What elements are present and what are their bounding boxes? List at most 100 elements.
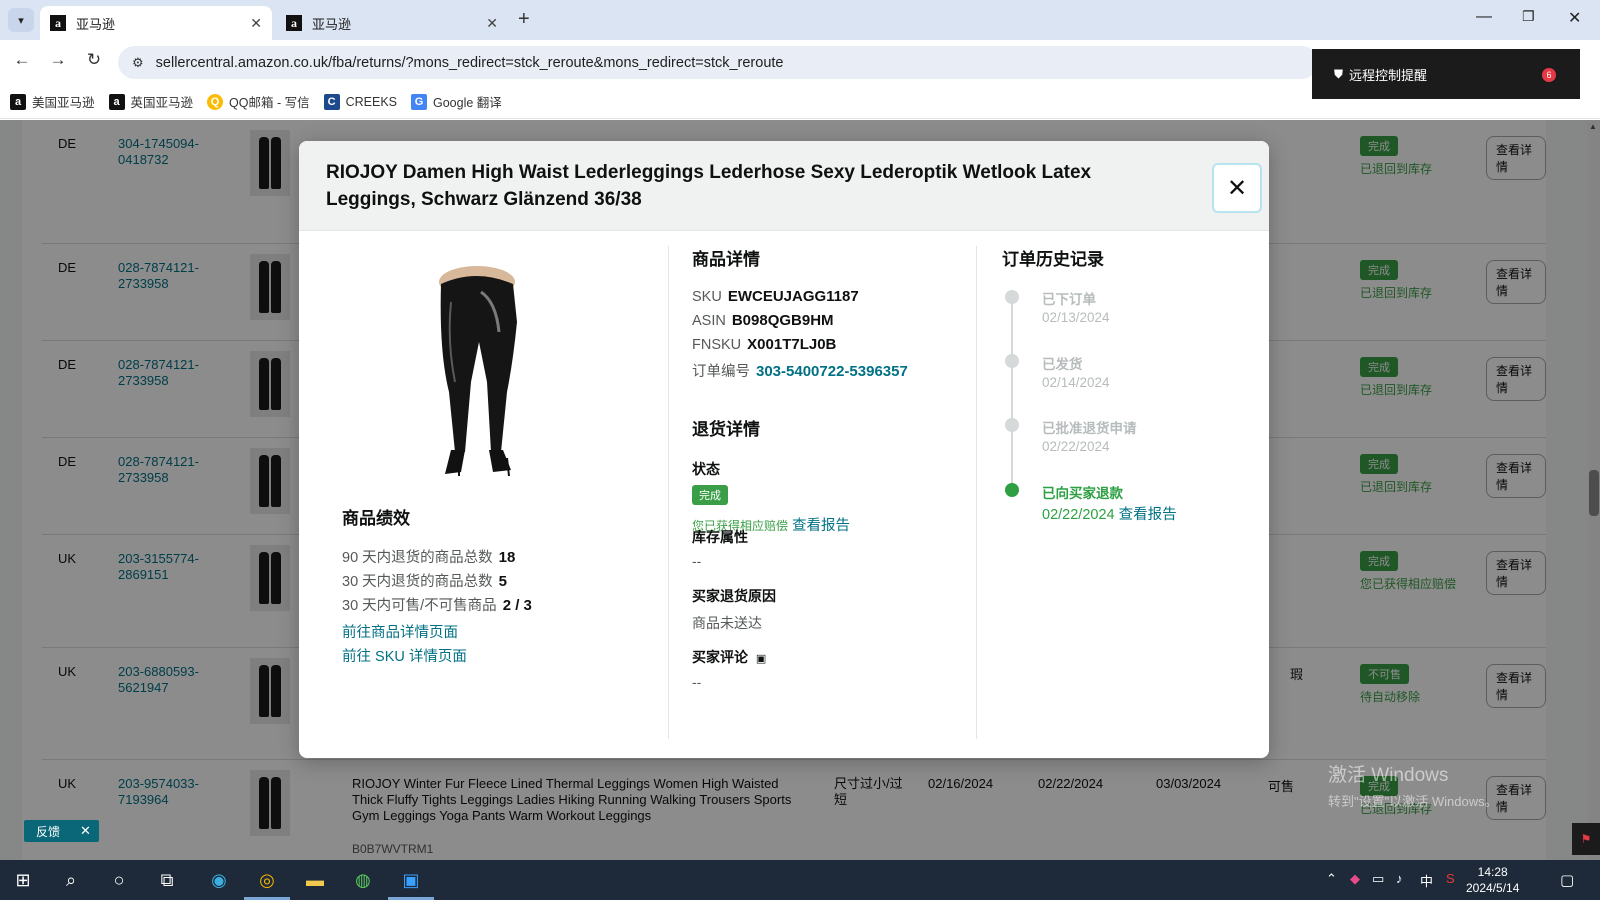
chrome-icon[interactable]: ◎	[254, 868, 280, 892]
buyer-comment-label: 买家评论 ▣	[692, 647, 766, 667]
back-icon[interactable]: ←	[10, 50, 34, 70]
sogou-icon[interactable]: S	[1446, 871, 1455, 886]
close-feedback-icon[interactable]: ✕	[80, 823, 91, 839]
fnsku-field: FNSKU X001T7LJ0B	[692, 336, 836, 353]
bookmark-label: 英国亚马逊	[130, 96, 194, 110]
tab-search-button[interactable]: ▾	[8, 8, 34, 32]
tab-amazon-active[interactable]: a 亚马逊 ✕	[40, 6, 272, 40]
asin-field: ASIN B098QGB9HM	[692, 312, 834, 329]
task-view-icon[interactable]: ⧉	[154, 868, 180, 892]
returns-90-label: 90 天内退货的商品总数	[342, 550, 493, 566]
timeline-dot	[1005, 418, 1019, 432]
tab-title: 亚马逊	[312, 16, 352, 32]
view-report-link[interactable]: 查看报告	[1119, 507, 1177, 523]
close-modal-button[interactable]: ✕	[1212, 163, 1262, 213]
minimize-icon[interactable]: —	[1476, 8, 1492, 26]
bookmark-uk-amazon[interactable]: a 英国亚马逊	[108, 92, 194, 111]
timeline-event-label: 已向买家退款	[1042, 486, 1123, 501]
forward-icon[interactable]: →	[46, 50, 70, 70]
returns-30-days: 30 天内退货的商品总数 5	[342, 570, 507, 591]
close-icon: ✕	[1226, 174, 1248, 202]
cortana-icon[interactable]: ○	[106, 868, 132, 892]
search-icon[interactable]: ⌕	[58, 868, 84, 892]
amazon-icon: a	[10, 93, 26, 110]
product-detail-page-link[interactable]: 前往商品详情页面	[342, 621, 458, 642]
bookmark-google-translate[interactable]: G Google 翻译	[411, 92, 502, 111]
view-report-link[interactable]: 查看报告	[792, 518, 850, 534]
timeline-event-date: 02/13/2024	[1042, 310, 1110, 325]
url-text: sellercentral.amazon.co.uk/fba/returns/?…	[155, 54, 784, 71]
volume-icon[interactable]: ♪	[1396, 871, 1403, 886]
restore-icon[interactable]: ❐	[1522, 8, 1535, 25]
inventory-attribute-label: 库存属性	[692, 529, 748, 545]
sku-field: SKU EWCEUJAGG1187	[692, 288, 859, 305]
order-number-link[interactable]: 303-5400722-5396357	[756, 363, 908, 380]
notification-center-icon[interactable]: ▢	[1560, 871, 1574, 889]
amazon-favicon-icon: a	[286, 15, 302, 31]
inventory-attribute-value: --	[692, 553, 702, 569]
buyer-comment-label-text: 买家评论	[692, 649, 748, 665]
feedback-button[interactable]: 反馈 ✕	[24, 820, 99, 842]
input-method[interactable]: 中	[1420, 871, 1433, 890]
sellable-30-days: 30 天内可售/不可售商品 2 / 3	[342, 594, 532, 615]
edge-icon[interactable]: ◉	[206, 868, 232, 892]
return-details-modal: RIOJOY Damen High Waist Lederleggings Le…	[299, 141, 1269, 758]
clock-date: 2024/5/14	[1466, 881, 1520, 895]
modal-header: RIOJOY Damen High Waist Lederleggings Le…	[299, 141, 1269, 231]
bookmark-label: Google 翻译	[433, 96, 502, 110]
reload-icon[interactable]: ↻	[82, 50, 106, 70]
returns-30-label: 30 天内退货的商品总数	[342, 574, 493, 590]
close-tab-icon[interactable]: ✕	[250, 15, 262, 32]
remote-control-notice[interactable]: ⛊ 远程控制提醒 6	[1312, 49, 1580, 99]
sku-detail-page-link[interactable]: 前往 SKU 详情页面	[342, 645, 467, 666]
returns-30-value: 5	[498, 573, 507, 590]
tray-overflow-icon[interactable]: ⌃	[1326, 871, 1337, 887]
system-clock[interactable]: 14:28 2024/5/14	[1466, 864, 1519, 896]
bookmark-label: 美国亚马逊	[32, 96, 95, 110]
browser-app-icon[interactable]: ◍	[350, 868, 376, 892]
creeks-icon: C	[323, 93, 340, 110]
watermark-line-2: 转到"设置"以激活 Windows。	[1328, 794, 1498, 809]
returns-90-value: 18	[498, 549, 516, 566]
close-tab-icon[interactable]: ✕	[486, 15, 498, 32]
windows-start-icon[interactable]: ⊞	[10, 868, 36, 892]
tab-amazon[interactable]: a 亚马逊 ✕	[276, 6, 508, 40]
remote-control-text: 远程控制提醒	[1349, 67, 1428, 83]
bookmark-qq-mail[interactable]: Q QQ邮箱 - 写信	[207, 92, 310, 111]
return-reason-value: 商品未送达	[692, 615, 762, 631]
sku-value: EWCEUJAGG1187	[727, 288, 859, 305]
order-number-label: 订单编号	[692, 364, 750, 380]
watermark-line-1: 激活 Windows	[1328, 765, 1449, 786]
google-translate-icon: G	[411, 93, 427, 110]
fnsku-label: FNSKU	[692, 337, 742, 353]
sku-label: SKU	[692, 289, 722, 305]
bookmark-creeks[interactable]: C CREEKS	[323, 93, 397, 110]
asin-label: ASIN	[692, 313, 726, 329]
qq-mail-icon: Q	[207, 93, 224, 110]
status-badge: 完成	[692, 485, 728, 505]
timeline-event-date: 02/14/2024	[1042, 375, 1110, 390]
feedback-label: 反馈	[36, 824, 61, 839]
address-bar[interactable]: ⚙ sellercentral.amazon.co.uk/fba/returns…	[118, 46, 1318, 79]
bookmark-us-amazon[interactable]: a 美国亚马逊	[10, 92, 95, 111]
returns-90-days: 90 天内退货的商品总数 18	[342, 546, 515, 567]
window-close-icon[interactable]: ✕	[1568, 8, 1581, 28]
return-reason-label: 买家退货原因	[692, 588, 776, 604]
remote-app-icon[interactable]: ▣	[398, 868, 424, 892]
bookmark-label: QQ邮箱 - 写信	[229, 96, 310, 110]
product-details-heading: 商品详情	[692, 250, 760, 269]
new-tab-button[interactable]: +	[518, 8, 530, 31]
timeline-date-text: 02/22/2024	[1042, 507, 1115, 523]
buyer-comment-value: --	[692, 674, 702, 690]
network-icon[interactable]: ▭	[1372, 871, 1384, 887]
site-settings-icon[interactable]: ⚙	[132, 55, 144, 71]
tray-app-icon[interactable]: ◆	[1350, 871, 1360, 887]
file-explorer-icon[interactable]: ▬	[302, 868, 328, 892]
timeline-line	[1011, 296, 1013, 496]
windows-taskbar: ⊞ ⌕ ○ ⧉ ◉ ◎ ▬ ◍ ▣ ⌃ ◆ ▭ ♪ 中 S 14:28 2024…	[0, 860, 1600, 900]
modal-title: RIOJOY Damen High Waist Lederleggings Le…	[326, 162, 1092, 210]
product-image	[439, 266, 517, 477]
shield-icon: ⛊	[1334, 66, 1344, 81]
flag-icon[interactable]: ⚑	[1572, 823, 1600, 855]
timeline-event-date: 02/22/2024	[1042, 439, 1110, 454]
